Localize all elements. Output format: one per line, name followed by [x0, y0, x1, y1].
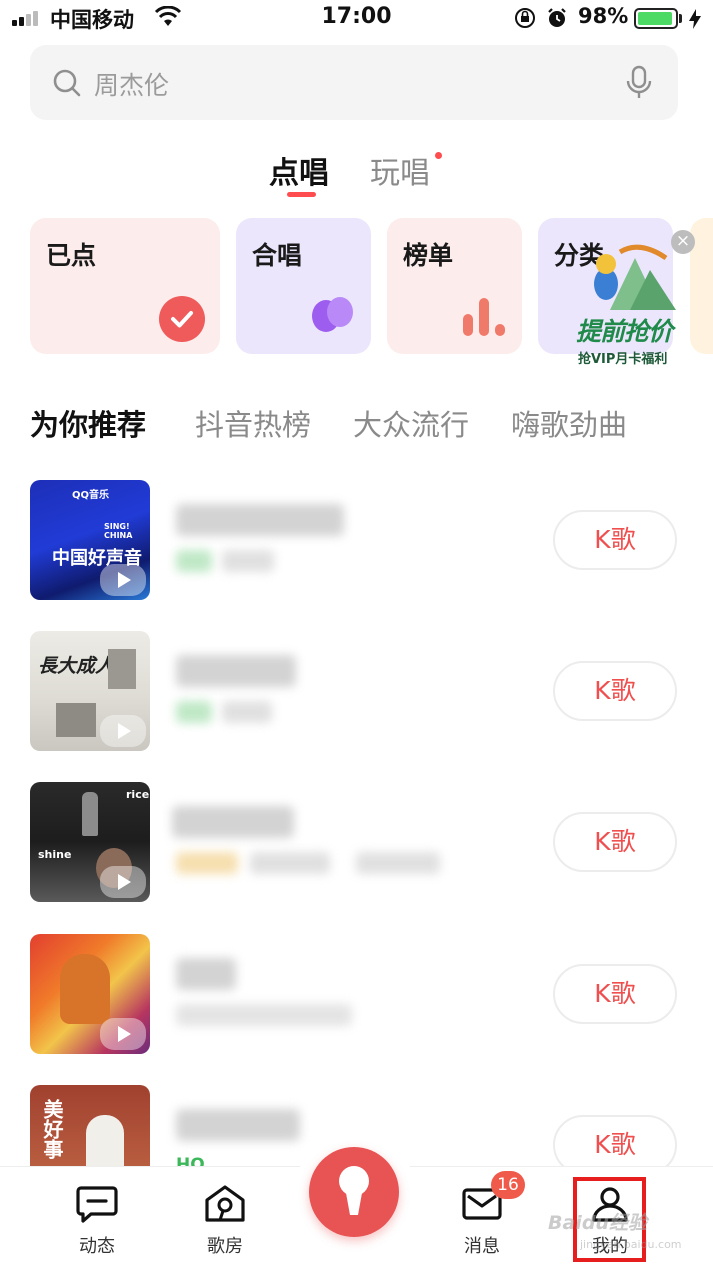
k-song-button[interactable]: K歌 — [553, 661, 677, 721]
alarm-icon — [548, 8, 566, 27]
cover-figure — [82, 792, 98, 836]
watermark-url: jingyan.baidu.com — [580, 1238, 682, 1251]
cover-brand: QQ音乐 — [72, 490, 110, 501]
category-label: 已点 — [46, 241, 97, 270]
category-card-chorus[interactable]: 合唱 — [236, 218, 371, 354]
chart-bars-icon — [463, 298, 505, 336]
song-tag-blurred — [176, 550, 212, 572]
album-cover — [30, 934, 150, 1054]
close-icon[interactable]: × — [671, 230, 695, 254]
song-meta-blurred — [222, 550, 274, 572]
k-song-button[interactable]: K歌 — [553, 812, 677, 872]
promo-subtitle: 抢VIP月卡福利 — [578, 352, 668, 367]
album-cover: QQ音乐 SING! CHINA 中国好声音 — [30, 480, 150, 600]
song-title-blurred — [176, 655, 296, 687]
battery-icon — [634, 8, 678, 29]
song-title-blurred — [176, 958, 236, 990]
cover-title: 美好事 — [40, 1099, 64, 1159]
house-music-icon — [205, 1185, 245, 1222]
nav-label: 歌房 — [207, 1236, 243, 1257]
battery-percent: 98% — [578, 4, 629, 28]
cover-photo — [56, 703, 96, 737]
watermark: Baidu经验 — [548, 1212, 647, 1234]
k-song-button[interactable]: K歌 — [553, 964, 677, 1024]
search-placeholder: 周杰伦 — [94, 71, 170, 100]
cover-title: 長大成人 — [38, 655, 115, 677]
sing-button[interactable] — [309, 1147, 399, 1237]
nav-item-rooms[interactable]: 歌房 — [185, 1184, 265, 1258]
k-song-button[interactable]: K歌 — [553, 510, 677, 570]
rec-tab-popular[interactable]: 大众流行 — [353, 402, 469, 444]
search-bar[interactable]: 周杰伦 — [30, 45, 678, 120]
microphone-icon — [339, 1166, 369, 1215]
play-icon[interactable] — [100, 564, 146, 596]
category-label: 榜单 — [403, 241, 454, 270]
chorus-icon — [312, 297, 353, 332]
tab-wanchang[interactable]: 玩唱 — [370, 148, 430, 192]
battery-tip — [679, 14, 682, 23]
cover-subtitle: shine — [38, 848, 72, 861]
play-icon[interactable] — [100, 1018, 146, 1050]
category-label: 合唱 — [252, 241, 303, 270]
album-cover: rice shine — [30, 782, 150, 902]
song-title-blurred — [172, 806, 294, 838]
status-bar: 中国移动 17:00 98% — [0, 0, 713, 40]
song-meta-blurred — [222, 701, 272, 723]
message-count-badge: 16 — [491, 1171, 525, 1199]
cover-figure — [60, 954, 110, 1024]
chat-bubble-icon — [76, 1186, 118, 1223]
charging-icon — [689, 9, 701, 29]
song-meta-blurred — [356, 852, 440, 874]
check-icon — [159, 296, 205, 342]
rotation-lock-icon — [515, 8, 535, 28]
song-meta-blurred — [176, 1004, 352, 1026]
search-icon — [53, 69, 81, 97]
album-cover: 長大成人 — [30, 631, 150, 751]
song-item[interactable]: 長大成人 K歌 — [0, 631, 713, 753]
cover-photo — [108, 649, 136, 689]
tab-indicator — [287, 192, 316, 197]
rec-tab-dance[interactable]: 嗨歌劲曲 — [511, 402, 627, 444]
category-card-ordered[interactable]: 已点 — [30, 218, 220, 354]
song-meta-blurred — [250, 852, 330, 874]
promo-mascot-image — [594, 244, 676, 310]
song-tag-blurred — [176, 701, 212, 723]
tab-dianchang[interactable]: 点唱 — [269, 148, 329, 192]
rec-tab-for-you[interactable]: 为你推荐 — [30, 402, 146, 444]
nav-label: 消息 — [464, 1236, 500, 1257]
song-item[interactable]: K歌 — [0, 934, 713, 1056]
new-dot — [435, 152, 442, 159]
microphone-icon[interactable] — [626, 65, 652, 101]
category-card-charts[interactable]: 榜单 — [387, 218, 522, 354]
cover-tag: SING! CHINA — [104, 522, 133, 540]
cover-title: rice — [126, 788, 150, 801]
song-title-blurred — [176, 504, 344, 536]
song-title-blurred — [176, 1109, 300, 1141]
play-icon[interactable] — [100, 715, 146, 747]
nav-label: 动态 — [79, 1236, 115, 1257]
song-tag-blurred — [176, 852, 238, 874]
song-item[interactable]: QQ音乐 SING! CHINA 中国好声音 K歌 — [0, 480, 713, 602]
promo-title: 提前抢价 — [576, 317, 673, 346]
song-item[interactable]: rice shine K歌 — [0, 782, 713, 904]
rec-tab-douyin[interactable]: 抖音热榜 — [195, 402, 311, 444]
play-icon[interactable] — [100, 866, 146, 898]
nav-item-feed[interactable]: 动态 — [57, 1184, 137, 1258]
